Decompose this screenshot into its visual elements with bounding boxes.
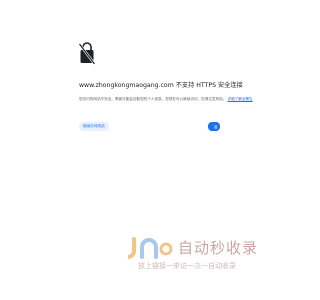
lock-broken-icon — [79, 42, 95, 65]
interstitial-page: www.zhongkongmaogang.com 不支持 HTTPS 安全连接 … — [0, 0, 300, 300]
learn-more-link[interactable]: 详细了解此警告 — [228, 97, 253, 101]
back-button[interactable]: 返回 — [208, 122, 220, 138]
watermark-tagline: 放上链接一来访一次一自动收录 — [138, 262, 236, 270]
page-title: www.zhongkongmaogang.com 不支持 HTTPS 安全连接 — [79, 82, 243, 89]
warning-description: 您访问的网站不安全。黑客可能会窃取您的个人信息。您现在可以继续访问，但请注意风险… — [79, 96, 253, 102]
description-text: 您访问的网站不安全。黑客可能会窃取您的个人信息。您现在可以继续访问，但请注意风险… — [79, 97, 227, 101]
watermark: 自动秒收录 放上链接一来访一次一自动收录 — [128, 237, 288, 277]
watermark-logo-icon — [128, 237, 173, 259]
continue-to-site-button[interactable]: 继续访问网站 — [79, 122, 109, 131]
watermark-logo-text: 自动秒收录 — [178, 239, 259, 257]
